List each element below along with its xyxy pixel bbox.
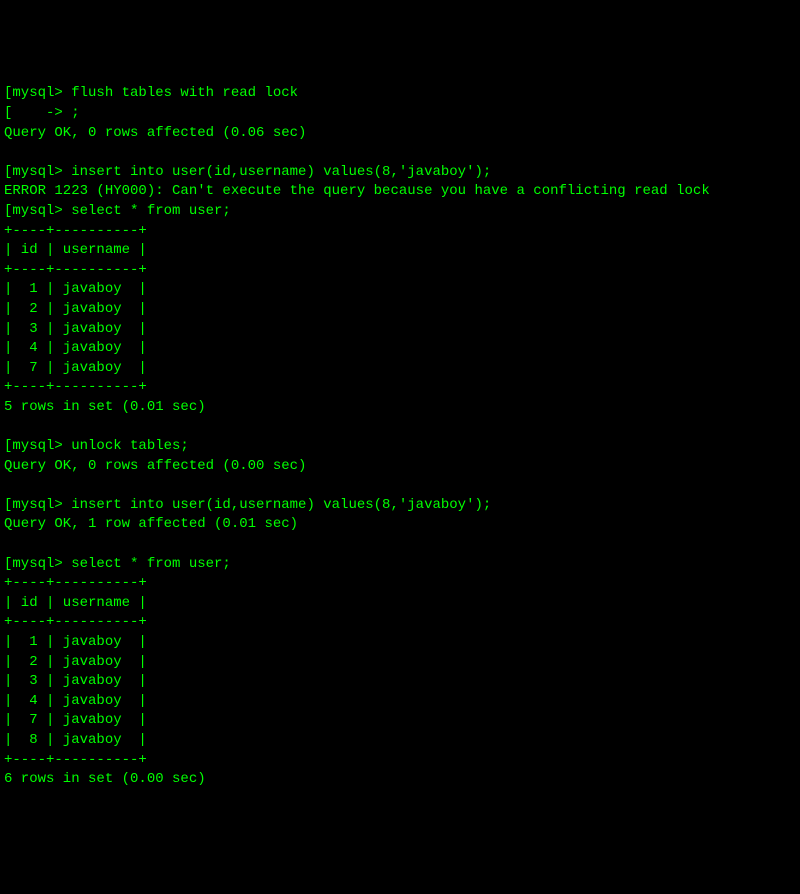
terminal-line: ERROR 1223 (HY000): Can't execute the qu…: [4, 182, 796, 202]
terminal-line: Query OK, 0 rows affected (0.00 sec): [4, 457, 796, 477]
terminal-line: +----+----------+: [4, 574, 796, 594]
terminal-line: | 3 | javaboy |: [4, 672, 796, 692]
terminal-line: | 7 | javaboy |: [4, 711, 796, 731]
terminal-line: +----+----------+: [4, 261, 796, 281]
terminal-line: | 1 | javaboy |: [4, 280, 796, 300]
terminal-line: +----+----------+: [4, 378, 796, 398]
terminal-line: | 2 | javaboy |: [4, 653, 796, 673]
terminal-line: +----+----------+: [4, 613, 796, 633]
terminal-line: [mysql> insert into user(id,username) va…: [4, 163, 796, 183]
terminal-line: 5 rows in set (0.01 sec): [4, 398, 796, 418]
terminal-output[interactable]: [mysql> flush tables with read lock[ -> …: [4, 84, 796, 789]
terminal-line: Query OK, 1 row affected (0.01 sec): [4, 515, 796, 535]
terminal-line: [mysql> unlock tables;: [4, 437, 796, 457]
terminal-line: [4, 143, 796, 163]
terminal-line: | 4 | javaboy |: [4, 692, 796, 712]
terminal-line: +----+----------+: [4, 222, 796, 242]
terminal-line: | 7 | javaboy |: [4, 359, 796, 379]
terminal-line: [mysql> flush tables with read lock: [4, 84, 796, 104]
terminal-line: +----+----------+: [4, 751, 796, 771]
terminal-line: 6 rows in set (0.00 sec): [4, 770, 796, 790]
terminal-line: [mysql> insert into user(id,username) va…: [4, 496, 796, 516]
terminal-line: Query OK, 0 rows affected (0.06 sec): [4, 124, 796, 144]
terminal-line: | id | username |: [4, 241, 796, 261]
terminal-line: [4, 417, 796, 437]
terminal-line: | 2 | javaboy |: [4, 300, 796, 320]
terminal-line: [ -> ;: [4, 104, 796, 124]
terminal-line: [4, 476, 796, 496]
terminal-line: | 8 | javaboy |: [4, 731, 796, 751]
terminal-line: | 1 | javaboy |: [4, 633, 796, 653]
terminal-line: | 4 | javaboy |: [4, 339, 796, 359]
terminal-line: | id | username |: [4, 594, 796, 614]
terminal-line: [mysql> select * from user;: [4, 555, 796, 575]
terminal-line: [4, 535, 796, 555]
terminal-line: | 3 | javaboy |: [4, 320, 796, 340]
terminal-line: [mysql> select * from user;: [4, 202, 796, 222]
